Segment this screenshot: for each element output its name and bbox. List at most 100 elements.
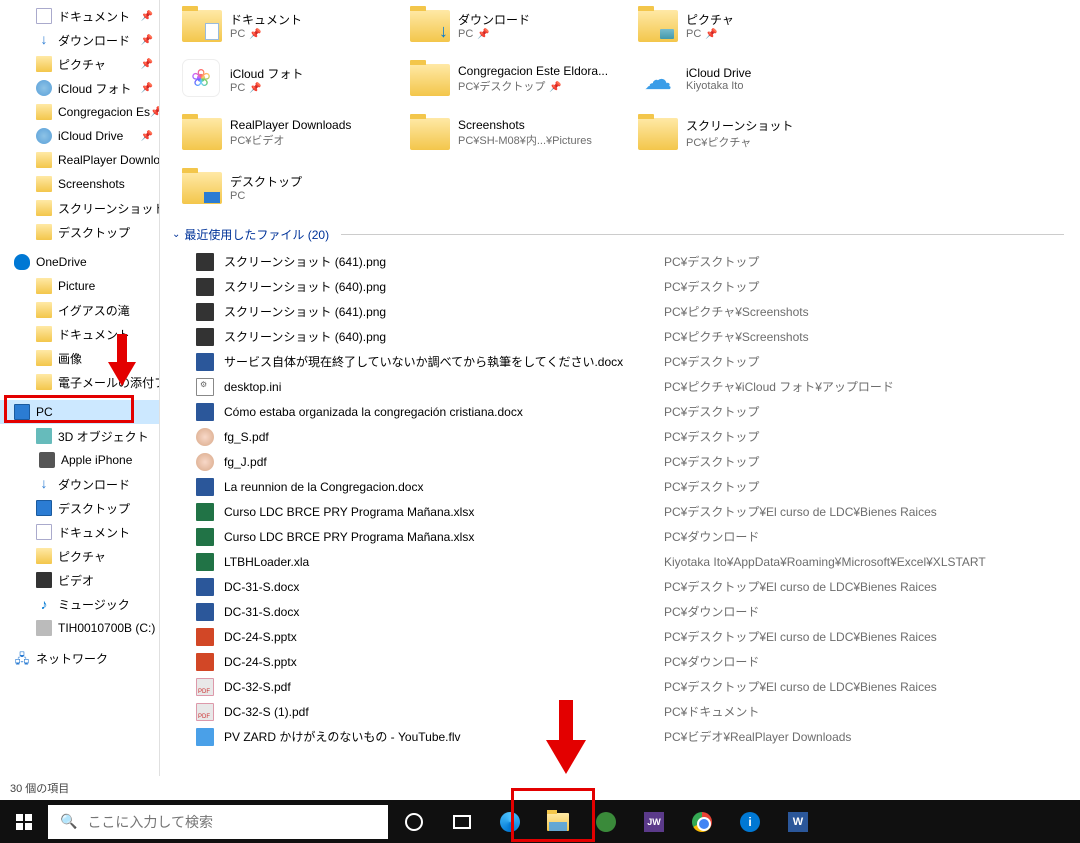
file-name: Curso LDC BRCE PRY Programa Mañana.xlsx	[224, 505, 664, 519]
tree-item-1[interactable]: ↓ダウンロード📌	[0, 28, 159, 52]
recent-file-9[interactable]: La reunnion de la Congregacion.docxPC¥デス…	[176, 474, 1064, 499]
recent-file-1[interactable]: スクリーンショット (640).pngPC¥デスクトップ	[176, 274, 1064, 299]
tree-item-29[interactable]: 🖧ネットワーク	[0, 646, 159, 670]
desk-icon	[36, 500, 52, 516]
folder-item-3[interactable]: iCloud フォトPC📌	[176, 54, 404, 104]
folder-item-7[interactable]: ScreenshotsPC¥SH-M08¥内...¥Pictures	[404, 108, 632, 158]
excel-file-icon	[196, 528, 214, 546]
taskbar-info-icon[interactable]: i	[726, 800, 774, 843]
folder-item-0[interactable]: ドキュメントPC📌	[176, 0, 404, 50]
folder-icon	[638, 5, 678, 45]
recent-file-5[interactable]: desktop.iniPC¥ピクチャ¥iCloud フォト¥アップロード	[176, 374, 1064, 399]
tree-label: ピクチャ	[58, 548, 106, 565]
tree-item-12[interactable]: Picture	[0, 274, 159, 298]
file-name: スクリーンショット (640).png	[224, 278, 664, 295]
tree-item-2[interactable]: ピクチャ📌	[0, 52, 159, 76]
folder-icon	[36, 278, 52, 294]
recent-file-17[interactable]: DC-32-S.pdfPC¥デスクトップ¥El curso de LDC¥Bie…	[176, 674, 1064, 699]
tree-item-13[interactable]: イグアスの滝	[0, 298, 159, 322]
recent-file-3[interactable]: スクリーンショット (640).pngPC¥ピクチャ¥Screenshots	[176, 324, 1064, 349]
taskbar-jw-icon[interactable]: JW	[630, 800, 678, 843]
tree-item-9[interactable]: デスクトップ	[0, 220, 159, 244]
folder-icon	[36, 176, 52, 192]
tree-item-23[interactable]: ドキュメント	[0, 520, 159, 544]
folder-icon	[36, 104, 52, 120]
doc-icon	[36, 524, 52, 540]
recent-file-12[interactable]: LTBHLoader.xlaKiyotaka Ito¥AppData¥Roami…	[176, 549, 1064, 574]
annotation-box-pc	[4, 395, 134, 423]
recent-file-18[interactable]: DC-32-S (1).pdfPC¥ドキュメント	[176, 699, 1064, 724]
recent-file-0[interactable]: スクリーンショット (641).pngPC¥デスクトップ	[176, 249, 1064, 274]
file-name: スクリーンショット (640).png	[224, 328, 664, 345]
recent-file-7[interactable]: fg_S.pdfPC¥デスクトップ	[176, 424, 1064, 449]
recent-file-10[interactable]: Curso LDC BRCE PRY Programa Mañana.xlsxP…	[176, 499, 1064, 524]
folder-item-5[interactable]: iCloud DriveKiyotaka Ito	[632, 54, 860, 104]
tree-item-7[interactable]: Screenshots	[0, 172, 159, 196]
taskbar-taskview-icon[interactable]	[438, 800, 486, 843]
search-input[interactable]	[87, 814, 376, 830]
pdf-file-icon	[196, 703, 214, 721]
file-name: Cómo estaba organizada la congregación c…	[224, 405, 664, 419]
ppt-file-icon	[196, 653, 214, 671]
recent-files-header[interactable]: ⌄ 最近使用したファイル (20)	[172, 226, 1064, 243]
folder-item-9[interactable]: デスクトップPC	[176, 162, 404, 212]
recent-file-4[interactable]: サービス自体が現在終了していないか調べてから執筆をしてください.docxPC¥デ…	[176, 349, 1064, 374]
folder-item-4[interactable]: Congregacion Este Eldora...PC¥デスクトップ📌	[404, 54, 632, 104]
tree-item-22[interactable]: デスクトップ	[0, 496, 159, 520]
tree-label: イグアスの滝	[58, 302, 130, 319]
main-content: ドキュメントPC📌ダウンロードPC📌ピクチャPC📌 iCloud フォトPC📌Co…	[160, 0, 1080, 800]
folder-icon	[410, 5, 450, 45]
file-path: PC¥ビデオ¥RealPlayer Downloads	[664, 728, 851, 745]
tree-item-21[interactable]: ↓ダウンロード	[0, 472, 159, 496]
tree-item-27[interactable]: TIH0010700B (C:)	[0, 616, 159, 640]
tree-item-3[interactable]: iCloud フォト📌	[0, 76, 159, 100]
folder-icon	[36, 350, 52, 366]
tree-item-6[interactable]: RealPlayer Downloa	[0, 148, 159, 172]
excel-file-icon	[196, 553, 214, 571]
pin-icon: 📌	[141, 83, 153, 94]
recent-file-8[interactable]: fg_J.pdfPC¥デスクトップ	[176, 449, 1064, 474]
tree-item-11[interactable]: OneDrive	[0, 250, 159, 274]
file-name: DC-24-S.pptx	[224, 630, 664, 644]
taskbar-chrome-icon[interactable]	[678, 800, 726, 843]
recent-file-15[interactable]: DC-24-S.pptxPC¥デスクトップ¥El curso de LDC¥Bi…	[176, 624, 1064, 649]
recent-file-19[interactable]: PV ZARD かけがえのないもの - YouTube.flvPC¥ビデオ¥Re…	[176, 724, 1064, 749]
folder-item-1[interactable]: ダウンロードPC📌	[404, 0, 632, 50]
folder-item-8[interactable]: スクリーンショットPC¥ピクチャ	[632, 108, 860, 158]
tree-item-25[interactable]: ビデオ	[0, 568, 159, 592]
tree-item-0[interactable]: ドキュメント📌	[0, 4, 159, 28]
file-path: PC¥ピクチャ¥Screenshots	[664, 303, 809, 320]
taskbar-word-icon[interactable]: W	[774, 800, 822, 843]
recent-file-14[interactable]: DC-31-S.docxPC¥ダウンロード	[176, 599, 1064, 624]
tree-item-24[interactable]: ピクチャ	[0, 544, 159, 568]
file-name: LTBHLoader.xla	[224, 555, 664, 569]
folder-path: PC¥デスクトップ📌	[458, 78, 608, 94]
recent-file-2[interactable]: スクリーンショット (641).pngPC¥ピクチャ¥Screenshots	[176, 299, 1064, 324]
folder-name: iCloud フォト	[230, 65, 303, 82]
tree-item-4[interactable]: Congregacion Es📌	[0, 100, 159, 124]
recent-file-13[interactable]: DC-31-S.docxPC¥デスクトップ¥El curso de LDC¥Bi…	[176, 574, 1064, 599]
tree-item-20[interactable]: Apple iPhone	[0, 448, 159, 472]
file-name: La reunnion de la Congregacion.docx	[224, 480, 664, 494]
tree-item-26[interactable]: ♪ミュージック	[0, 592, 159, 616]
search-box[interactable]: 🔍	[48, 805, 388, 839]
file-path: PC¥デスクトップ	[664, 428, 759, 445]
tree-item-5[interactable]: iCloud Drive📌	[0, 124, 159, 148]
excel-file-icon	[196, 503, 214, 521]
folder-item-6[interactable]: RealPlayer DownloadsPC¥ビデオ	[176, 108, 404, 158]
tree-label: Congregacion Es	[58, 105, 150, 119]
file-path: PC¥ピクチャ¥iCloud フォト¥アップロード	[664, 378, 894, 395]
recent-file-6[interactable]: Cómo estaba organizada la congregación c…	[176, 399, 1064, 424]
start-button[interactable]	[0, 800, 48, 843]
file-path: PC¥デスクトップ	[664, 478, 759, 495]
recent-file-16[interactable]: DC-24-S.pptxPC¥ダウンロード	[176, 649, 1064, 674]
taskbar-cortana-icon[interactable]	[390, 800, 438, 843]
folder-icon	[182, 59, 222, 99]
tree-item-8[interactable]: スクリーンショット	[0, 196, 159, 220]
dl-icon: ↓	[36, 32, 52, 48]
folder-item-2[interactable]: ピクチャPC📌	[632, 0, 860, 50]
tree-label: ネットワーク	[36, 650, 108, 667]
recent-file-11[interactable]: Curso LDC BRCE PRY Programa Mañana.xlsxP…	[176, 524, 1064, 549]
tree-item-19[interactable]: 3D オブジェクト	[0, 424, 159, 448]
chevron-down-icon: ⌄	[172, 229, 180, 240]
